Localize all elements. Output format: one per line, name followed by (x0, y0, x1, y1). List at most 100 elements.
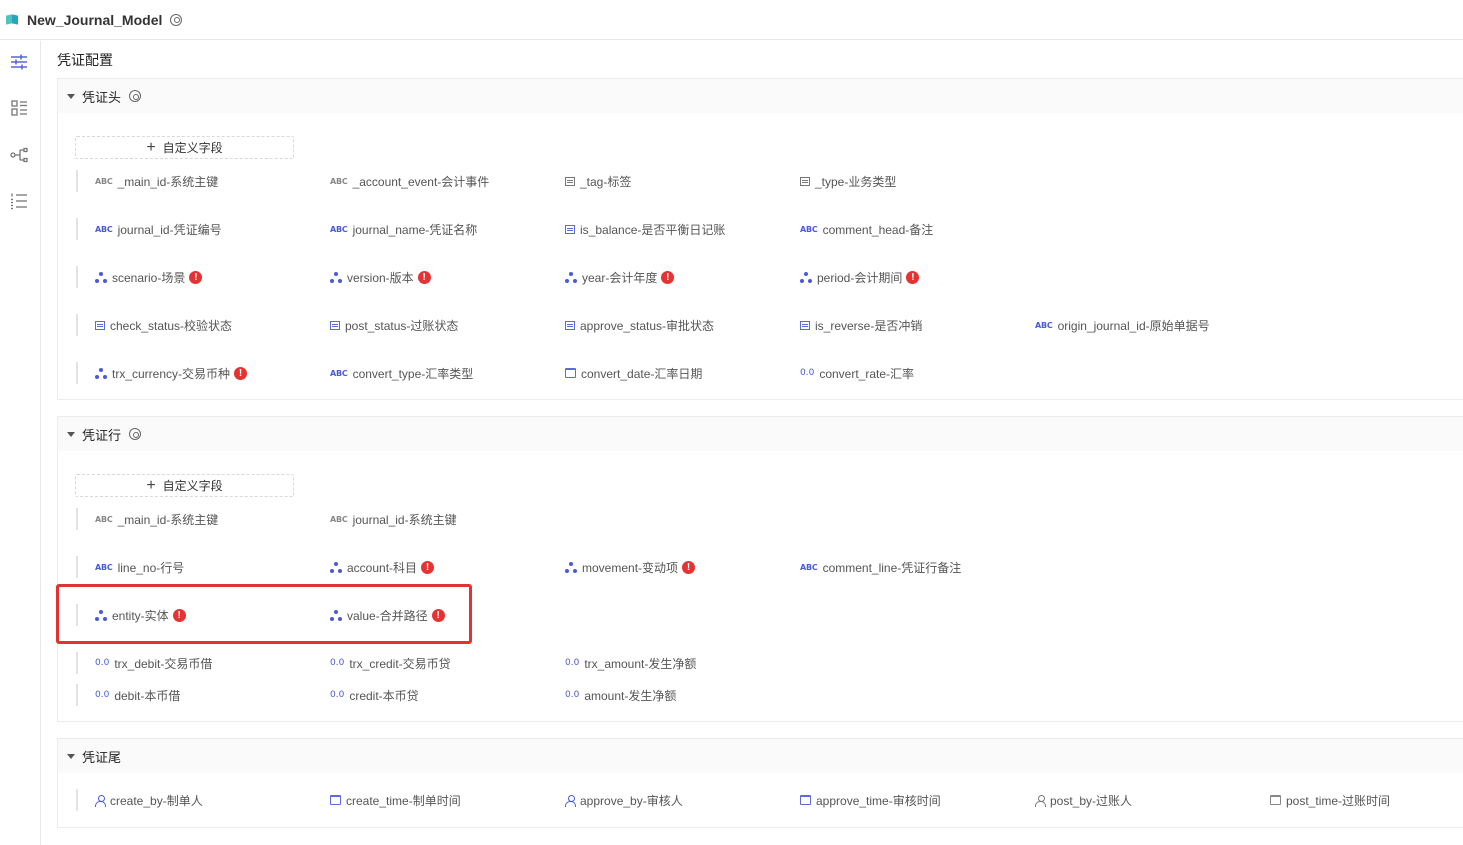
field-chip[interactable]: ABC line_no-行号 (95, 558, 184, 576)
field-chip[interactable]: ABC _main_id-系统主键 (95, 510, 218, 528)
field-label: journal_name-凭证名称 (352, 222, 478, 237)
field-chip[interactable]: 0.0 amount-发生净额 (565, 686, 676, 704)
field-label: entity-实体 (112, 608, 169, 623)
branch-icon[interactable] (9, 145, 29, 165)
field-chip[interactable]: ABC journal_name-凭证名称 (330, 220, 477, 238)
field-chip[interactable]: entity-实体! (95, 606, 186, 624)
field-chip[interactable]: is_balance-是否平衡日记账 (565, 220, 725, 238)
field-label: movement-变动项 (582, 560, 679, 575)
field-chip[interactable]: ABC _account_event-会计事件 (330, 172, 489, 190)
field-label: convert_type-汇率类型 (352, 366, 474, 381)
field-chip[interactable]: movement-变动项! (565, 558, 696, 576)
field-label: comment_head-备注 (822, 222, 934, 237)
section-title: 凭证头 (82, 89, 122, 105)
field-label: trx_currency-交易币种 (112, 366, 231, 381)
field-chip[interactable]: version-版本! (330, 268, 431, 286)
field-row: trx_currency-交易币种! ABC convert_type-汇率类型 co… (58, 362, 1463, 384)
field-label: amount-发生净额 (584, 688, 677, 703)
field-label: create_by-制单人 (110, 793, 203, 808)
required-warning-icon: ! (421, 560, 435, 574)
field-chip[interactable]: ABC convert_type-汇率类型 (330, 364, 473, 382)
list-type-icon (565, 320, 575, 330)
calendar-icon (330, 795, 341, 805)
layout-list-icon[interactable] (9, 98, 29, 118)
field-row: ABC _main_id-系统主键 ABC journal_id-系统主键 (58, 508, 1463, 530)
field-chip[interactable]: ABC comment_head-备注 (800, 220, 933, 238)
section-header[interactable]: 凭证尾 (58, 739, 1463, 773)
field-chip[interactable]: 0.0 trx_amount-发生净额 (565, 654, 696, 672)
field-label: value-合并路径 (347, 608, 428, 623)
field-chip[interactable]: year-会计年度! (565, 268, 675, 286)
add-custom-field-label: 自定义字段 (162, 479, 223, 493)
gear-icon[interactable] (129, 90, 142, 102)
sliders-icon[interactable] (9, 52, 29, 72)
user-icon (95, 794, 106, 807)
field-label: line_no-行号 (117, 560, 185, 575)
field-label: convert_rate-汇率 (819, 366, 915, 381)
gear-icon[interactable] (129, 428, 142, 440)
dimension-icon (95, 271, 107, 283)
text-type-icon: ABC (95, 562, 113, 572)
field-chip[interactable]: ABC journal_id-系统主键 (330, 510, 457, 528)
field-chip[interactable]: is_reverse-是否冲销 (800, 316, 922, 334)
field-chip[interactable]: scenario-场景! (95, 268, 203, 286)
field-chip[interactable]: 0.0 trx_credit-交易币贷 (330, 654, 451, 672)
field-row: scenario-场景! version-版本! year-会计年度! period-… (58, 266, 1463, 288)
field-chip[interactable]: approve_time-审核时间 (800, 791, 941, 809)
field-chip[interactable]: ABC journal_id-凭证编号 (95, 220, 222, 238)
field-row: 0.0 trx_debit-交易币借 0.0 trx_credit-交易币贷 0.0 tr… (58, 652, 1463, 674)
row-divider (76, 556, 78, 578)
field-label: year-会计年度 (582, 270, 658, 285)
field-chip[interactable]: ABC _main_id-系统主键 (95, 172, 218, 190)
field-chip[interactable]: _type-业务类型 (800, 172, 896, 190)
field-chip[interactable]: period-会计期间! (800, 268, 920, 286)
field-chip[interactable]: trx_currency-交易币种! (95, 364, 248, 382)
text-type-icon: ABC (330, 368, 348, 378)
field-chip[interactable]: value-合并路径! (330, 606, 445, 624)
field-chip[interactable]: account-科目! (330, 558, 435, 576)
field-chip[interactable]: approve_by-审核人 (565, 791, 683, 809)
field-chip[interactable]: create_time-制单时间 (330, 791, 461, 809)
field-chip[interactable]: approve_status-审批状态 (565, 316, 714, 334)
list-type-icon (565, 176, 575, 186)
required-warning-icon: ! (234, 366, 248, 380)
row-divider (76, 170, 78, 192)
required-warning-icon: ! (682, 560, 696, 574)
field-chip[interactable]: check_status-校验状态 (95, 316, 232, 334)
field-chip[interactable]: 0.0 debit-本币借 (95, 686, 180, 704)
field-chip[interactable]: ABC origin_journal_id-原始单据号 (1035, 316, 1210, 334)
field-chip[interactable]: _tag-标签 (565, 172, 631, 190)
caret-down-icon[interactable] (67, 753, 75, 759)
field-chip[interactable]: 0.0 convert_rate-汇率 (800, 364, 914, 382)
dimension-icon (800, 271, 812, 283)
sidebar (0, 41, 41, 845)
top-bar: New_Journal_Model (0, 0, 1463, 40)
field-chip[interactable]: ABC comment_line-凭证行备注 (800, 558, 961, 576)
required-warning-icon: ! (906, 270, 920, 284)
ordered-list-icon[interactable] (9, 191, 29, 211)
gear-icon[interactable] (170, 13, 183, 26)
field-chip[interactable]: 0.0 credit-本币贷 (330, 686, 419, 704)
field-chip[interactable]: 0.0 trx_debit-交易币借 (95, 654, 212, 672)
field-row: ABC line_no-行号 account-科目! movement-变动项! ABC… (58, 556, 1463, 578)
field-row: ABC journal_id-凭证编号 ABC journal_name-凭证名称 is… (58, 218, 1463, 240)
add-custom-field-button[interactable]: + 自定义字段 (75, 474, 294, 497)
field-label: convert_date-汇率日期 (581, 366, 703, 381)
field-chip[interactable]: create_by-制单人 (95, 791, 203, 809)
section-header[interactable]: 凭证头 (58, 79, 1463, 113)
field-label: post_time-过账时间 (1286, 793, 1391, 808)
field-label: approve_by-审核人 (580, 793, 683, 808)
field-chip[interactable]: post_by-过账人 (1035, 791, 1132, 809)
section-header[interactable]: 凭证行 (58, 417, 1463, 451)
caret-down-icon[interactable] (67, 93, 75, 99)
field-chip[interactable]: post_time-过账时间 (1270, 791, 1390, 809)
add-custom-field-button[interactable]: + 自定义字段 (75, 136, 294, 159)
field-chip[interactable]: post_status-过账状态 (330, 316, 458, 334)
dimension-icon (330, 609, 342, 621)
field-chip[interactable]: convert_date-汇率日期 (565, 364, 702, 382)
text-type-icon: ABC (330, 514, 348, 524)
number-type-icon: 0.0 (800, 368, 815, 378)
number-type-icon: 0.0 (95, 658, 110, 668)
caret-down-icon[interactable] (67, 431, 75, 437)
text-type-icon: ABC (330, 176, 348, 186)
